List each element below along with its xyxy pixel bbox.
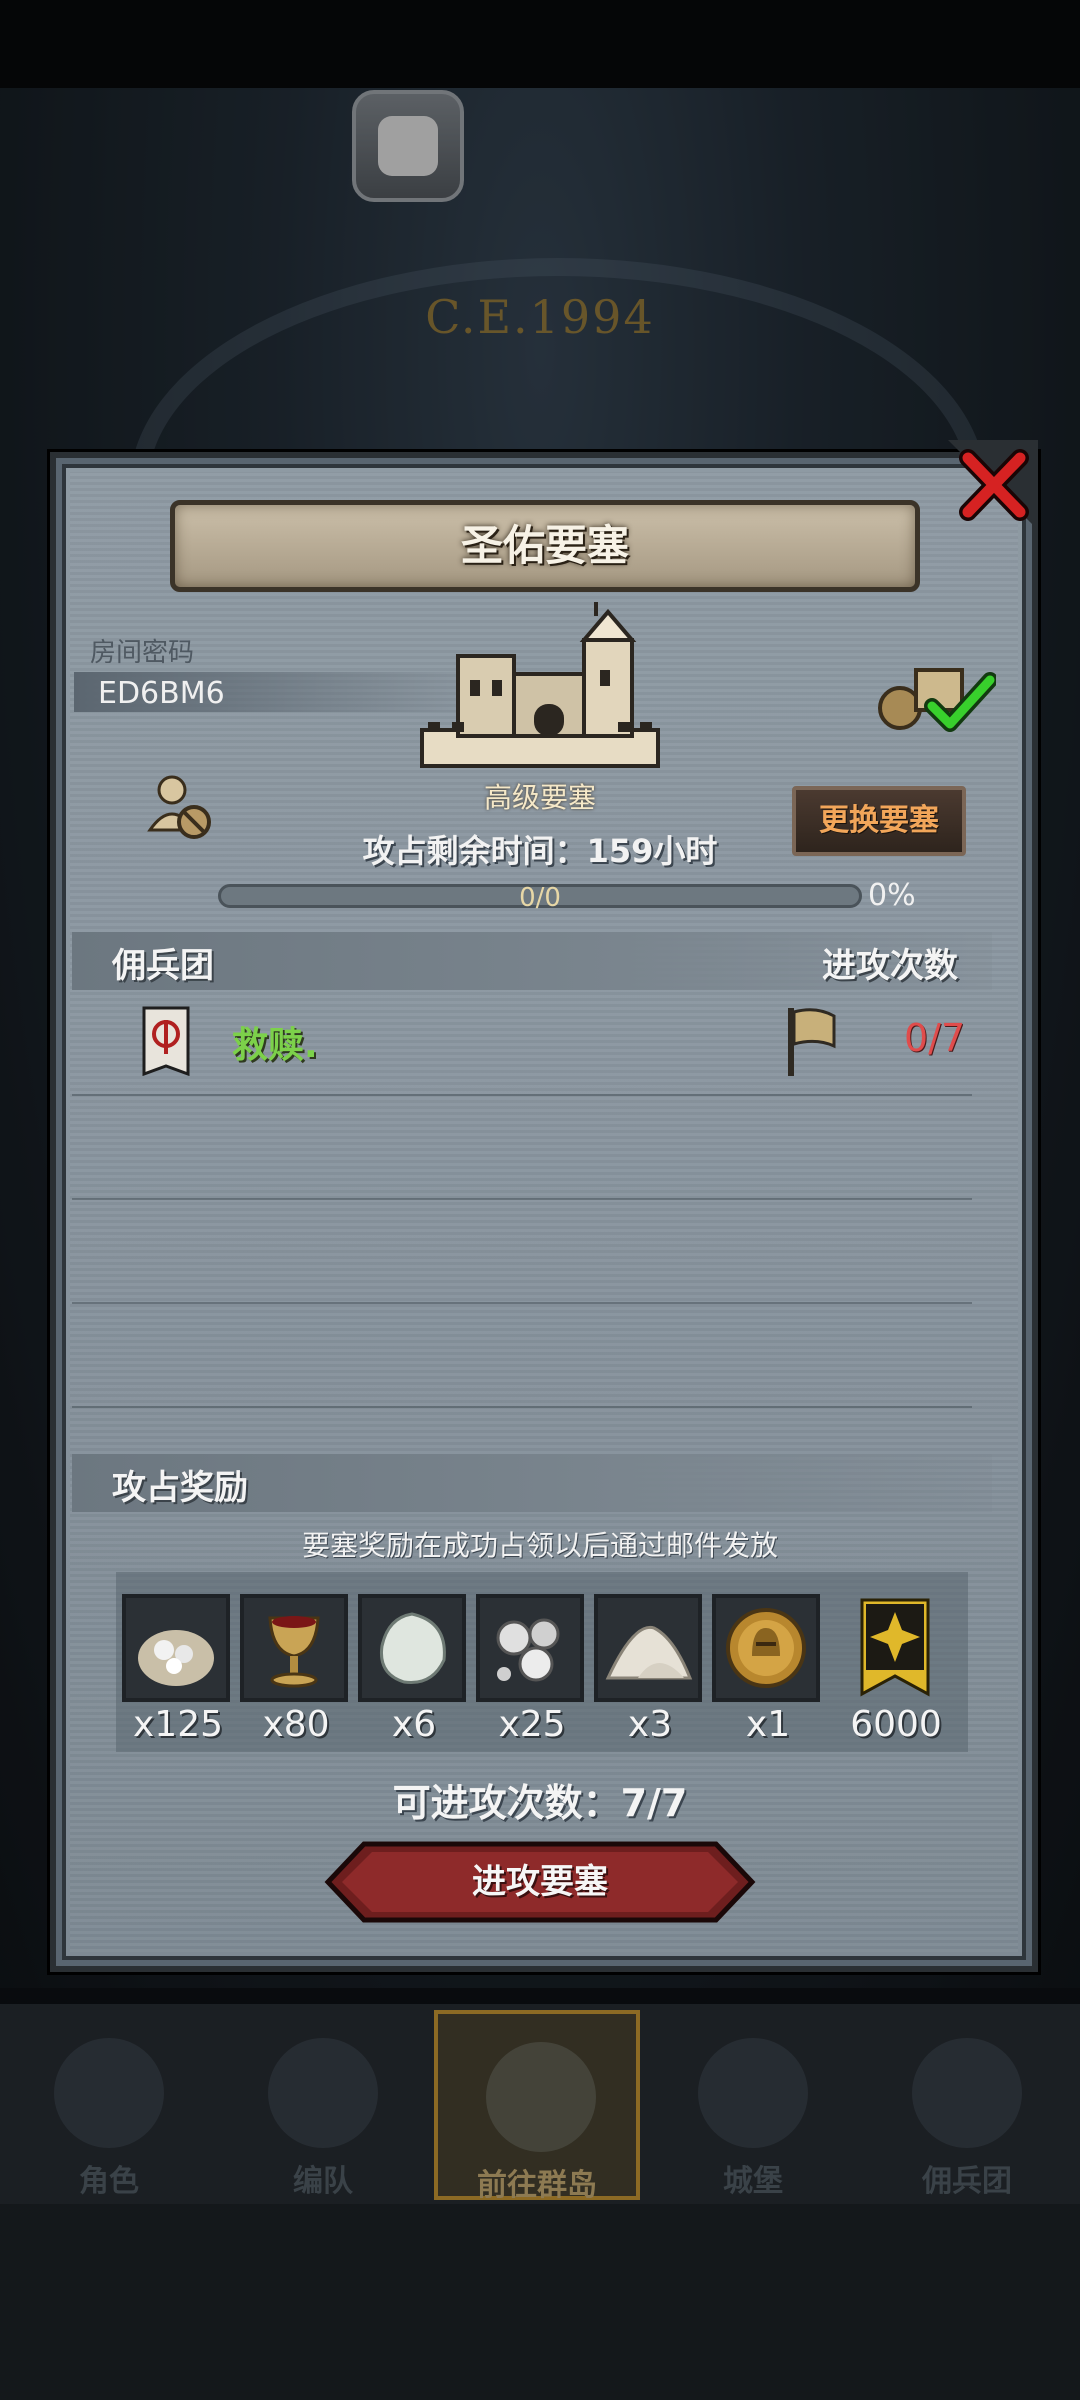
- row-divider: [72, 1198, 972, 1200]
- rewards-note: 要塞奖励在成功占领以后通过邮件发放: [301, 1529, 778, 1562]
- room-code-label: 房间密码: [90, 638, 195, 668]
- guild-crest-icon[interactable]: [860, 1598, 930, 1702]
- reward-qty: x3: [627, 1704, 673, 1745]
- guild-banner-icon: [142, 1006, 190, 1076]
- reward-qty: x1: [745, 1704, 791, 1745]
- guild-attack-count: 0/7: [904, 1016, 966, 1060]
- moonstone-icon: [379, 1612, 446, 1685]
- fortress-level: 高级要塞: [483, 781, 596, 814]
- fortress-image: [420, 602, 660, 768]
- reward-qty: x80: [262, 1704, 330, 1745]
- mercenary-section-title: 佣兵团: [112, 946, 214, 986]
- castle-icon: [698, 2038, 808, 2148]
- status-bar: [0, 0, 1080, 88]
- attacks-column-header: 进攻次数: [822, 946, 958, 986]
- reward-item[interactable]: [122, 1594, 230, 1702]
- room-code[interactable]: ED6BM6: [98, 676, 225, 711]
- tab-castle[interactable]: 城堡: [650, 2010, 856, 2200]
- capture-progress-text: 0/0: [519, 883, 561, 913]
- silver-nuggets-icon: [496, 1618, 560, 1682]
- tab-mercenary[interactable]: 佣兵团: [864, 2010, 1070, 2200]
- reward-item[interactable]: [712, 1594, 820, 1702]
- time-remaining: 攻占剩余时间：159小时: [362, 832, 718, 870]
- attack-fortress-label: 进攻要塞: [472, 1862, 608, 1902]
- guild-name[interactable]: 救赎.: [232, 1016, 318, 1068]
- reward-qty: 6000: [850, 1704, 942, 1745]
- attack-flag-icon: [788, 1008, 836, 1076]
- globe-icon: [486, 2042, 596, 2152]
- rewards-section-title: 攻占奖励: [112, 1468, 248, 1508]
- row-divider: [72, 1094, 972, 1096]
- capture-progress-bar: 0/0: [218, 883, 862, 913]
- powder-pile-icon: [605, 1625, 693, 1680]
- tab-character[interactable]: 角色: [6, 2010, 212, 2200]
- silver-ore-sack-icon: [138, 1630, 214, 1686]
- close-button[interactable]: [948, 440, 1038, 530]
- title-banner: 圣佑要塞: [170, 500, 920, 592]
- attacks-remaining: 可进攻次数：7/7: [392, 1781, 688, 1825]
- knight-medal-icon: [726, 1608, 806, 1688]
- goblet-icon: [268, 1616, 320, 1688]
- capture-progress-percent: 0%: [868, 878, 916, 913]
- navigation-bar: [0, 2204, 1080, 2400]
- tab-formation[interactable]: 编队: [220, 2010, 426, 2200]
- reward-qty: x125: [132, 1704, 224, 1745]
- reward-qty: x6: [391, 1704, 437, 1745]
- row-divider: [72, 1302, 972, 1304]
- helmet-icon: [268, 2038, 378, 2148]
- dialog-title: 圣佑要塞: [460, 521, 629, 570]
- mercenary-icon: [912, 2038, 1022, 2148]
- reward-item[interactable]: [594, 1594, 702, 1702]
- knight-icon: [54, 2038, 164, 2148]
- reward-item[interactable]: [476, 1594, 584, 1702]
- row-divider: [72, 1406, 972, 1408]
- reward-qty: x25: [498, 1704, 566, 1745]
- attack-fortress-button[interactable]: 进攻要塞: [324, 1840, 756, 1924]
- supply-ready-icon[interactable]: [876, 660, 996, 732]
- reward-item[interactable]: [358, 1594, 466, 1702]
- tab-islands[interactable]: 前往群岛: [434, 2010, 640, 2203]
- reward-item[interactable]: [240, 1594, 348, 1702]
